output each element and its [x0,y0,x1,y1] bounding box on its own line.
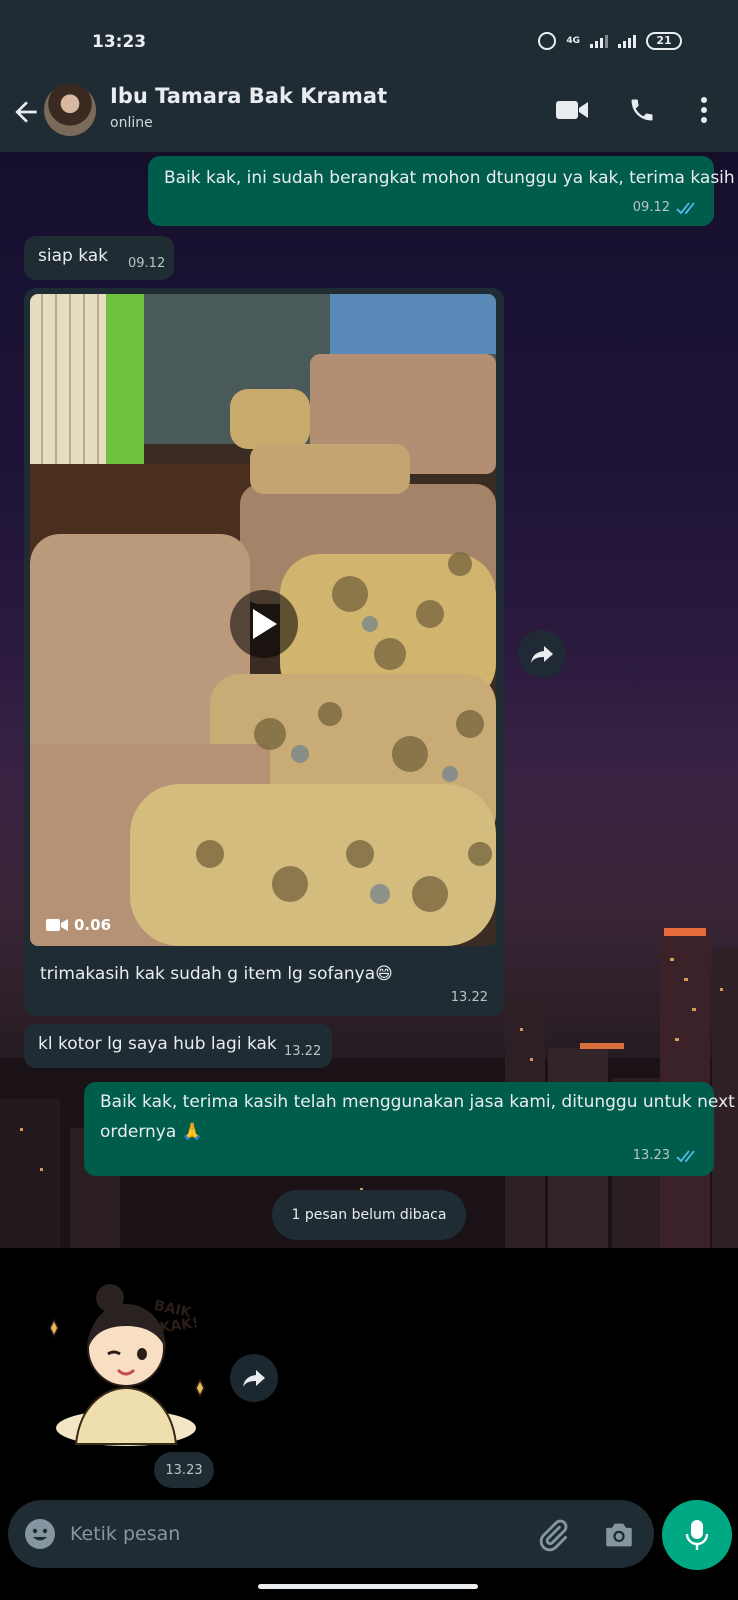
status-time: 13:23 [92,32,147,52]
voice-call-icon [631,99,653,121]
video-message-bubble[interactable]: 0.06 trimakasih kak sudah g item lg sofa… [24,288,504,1016]
more-options-button[interactable] [684,90,724,130]
contact-name[interactable]: Ibu Tamara Bak Kramat [110,84,387,108]
read-ticks-icon [676,201,695,214]
status-bar: 13:23 4G 21 [0,0,738,80]
forward-button-sticker[interactable] [230,1354,278,1402]
video-call-icon [556,101,588,119]
home-indicator [258,1584,478,1589]
message-input[interactable] [70,1510,510,1558]
video-caption: trimakasih kak sudah g item lg sofanya😄 [40,964,393,984]
read-ticks-icon [676,1149,695,1162]
signal-icon-2 [618,34,636,48]
message-time: 13.23 [632,1148,670,1163]
more-options-icon [701,97,707,123]
message-meta: 09.12 [633,200,700,215]
sticker-text-2: KAK! [159,1315,200,1336]
back-arrow-icon[interactable] [10,96,42,128]
video-thumbnail[interactable]: 0.06 [30,294,496,946]
forward-icon [243,1370,265,1387]
message-bubble-incoming[interactable]: siap kak 09.12 [24,236,174,280]
message-time: 09.12 [128,256,166,271]
message-text-line1: Baik kak, terima kasih telah menggunakan… [100,1092,735,1112]
video-call-button[interactable] [552,90,592,130]
status-icons: 4G 21 [538,32,682,50]
message-bubble-outgoing[interactable]: Baik kak, ini sudah berangkat mohon dtun… [148,156,735,226]
message-text: kl kotor lg saya hub lagi kak [38,1034,277,1054]
forward-button[interactable] [518,630,566,678]
voice-message-button[interactable] [662,1500,732,1570]
message-bubble-incoming[interactable]: kl kotor lg saya hub lagi kak 13.22 [24,1024,332,1068]
voice-call-button[interactable] [622,90,662,130]
avatar[interactable] [44,84,96,136]
alarm-icon [538,32,557,50]
signal-icon [590,34,608,48]
chat-header: Ibu Tamara Bak Kramat online [0,80,738,152]
emoji-icon[interactable] [24,1518,56,1550]
play-button[interactable] [230,590,298,658]
message-time: 13.22 [284,1044,322,1059]
unread-messages-banner[interactable]: 1 pesan belum dibaca [272,1190,466,1240]
message-text: Baik kak, ini sudah berangkat mohon dtun… [164,168,735,188]
chat-wallpaper: Baik kak, ini sudah berangkat mohon dtun… [0,152,738,1248]
message-bubble-outgoing[interactable]: Baik kak, terima kasih telah menggunakan… [84,1082,735,1176]
message-text-line2: ordernya 🙏 [100,1122,203,1142]
video-duration: 0.06 [46,916,111,934]
message-time: 09.12 [632,200,670,215]
microphone-icon [685,1520,709,1550]
message-text: siap kak [38,246,109,266]
camera-icon[interactable] [602,1518,636,1552]
forward-icon [531,646,553,663]
message-composer [8,1500,654,1568]
video-duration-text: 0.06 [74,916,112,934]
battery-icon: 21 [646,32,682,50]
video-camera-icon [46,919,68,931]
network-type-label: 4G [566,36,580,46]
message-meta: 13.23 [633,1148,700,1163]
message-time: 13.22 [450,990,488,1005]
contact-status: online [110,115,153,131]
attach-icon[interactable] [536,1518,570,1552]
sticker-image[interactable]: BAIK KAK! [36,1268,216,1448]
play-icon [253,609,277,639]
sticker-time: 13.23 [154,1452,214,1488]
